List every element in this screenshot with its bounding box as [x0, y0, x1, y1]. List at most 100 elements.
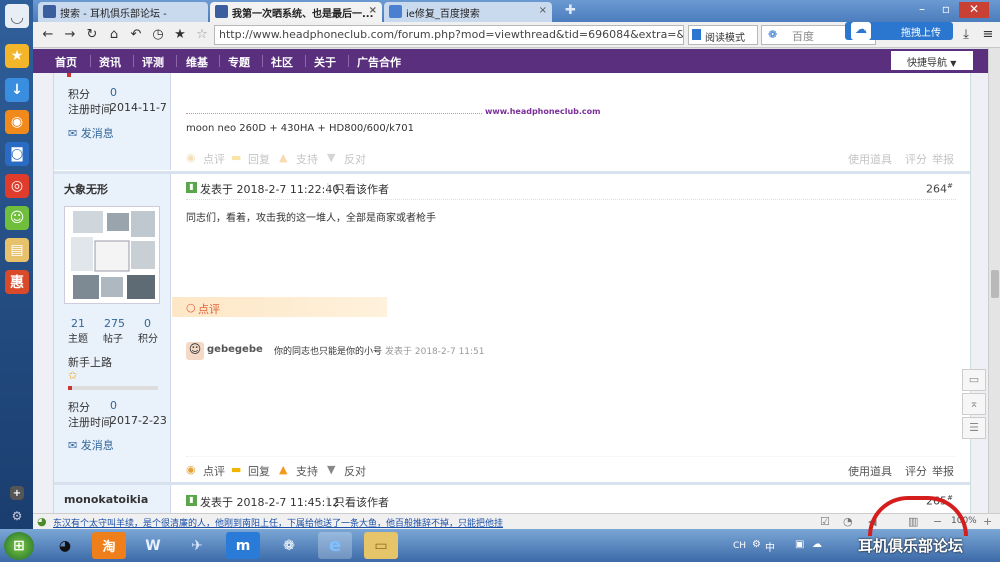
weibo-icon[interactable]: ◎	[5, 174, 29, 198]
add-icon[interactable]: +	[10, 486, 24, 500]
report-button[interactable]: 举报	[932, 463, 954, 479]
author-name[interactable]: 大象无形	[64, 181, 108, 197]
refresh-icon[interactable]: ↻	[83, 26, 101, 44]
history-icon[interactable]: ◷	[149, 26, 167, 44]
close-window-icon[interactable]: ✕	[959, 2, 989, 18]
reply-button[interactable]: 回复	[248, 463, 270, 479]
forward-icon[interactable]: →	[61, 26, 79, 44]
nav-news[interactable]: 资讯	[99, 54, 121, 70]
only-author-link[interactable]: 只看该作者	[334, 181, 389, 197]
rate-button[interactable]: 点评	[203, 151, 225, 167]
send-message-link[interactable]: ✉ 发消息	[68, 125, 114, 141]
star-outline-icon[interactable]: ☆	[193, 26, 211, 44]
floor-number[interactable]: 264#	[926, 182, 953, 196]
gamepad-icon[interactable]: ◙	[5, 142, 29, 166]
points-value[interactable]: 0	[110, 399, 117, 412]
speed-icon[interactable]: ◔	[843, 515, 853, 528]
quick-nav-button[interactable]: 快捷导航 ▼	[891, 51, 973, 70]
nav-reviews[interactable]: 评测	[142, 54, 164, 70]
back-icon[interactable]: ←	[39, 26, 57, 44]
drag-upload-button[interactable]: ☁ 拖拽上传	[845, 22, 953, 40]
taobao-icon[interactable]: 淘	[92, 532, 126, 559]
commenter-avatar[interactable]: ☺	[186, 342, 204, 360]
send-message-link[interactable]: ✉ 发消息	[68, 437, 114, 453]
address-input[interactable]: http://www.headphoneclub.com/forum.php?m…	[214, 25, 684, 45]
word-w-icon[interactable]: W	[136, 532, 170, 559]
close-tab-icon[interactable]: ×	[539, 5, 547, 16]
score-button[interactable]: 评分	[905, 463, 927, 479]
folder-icon[interactable]: ▭	[364, 532, 398, 559]
language-indicator[interactable]: CH	[733, 541, 746, 551]
ie-icon[interactable]: e	[318, 532, 352, 559]
reply-button[interactable]: 回复	[248, 151, 270, 167]
posts-count[interactable]: 275	[104, 317, 125, 330]
tab-thread[interactable]: 我第一次晒系统、也是最后一... ×	[210, 2, 382, 22]
menu-icon[interactable]: ≡	[979, 26, 997, 44]
rss-icon[interactable]: ◉	[5, 110, 29, 134]
ime-indicator[interactable]: 中	[765, 539, 775, 554]
zoom-in-icon[interactable]: +	[983, 515, 992, 528]
tab-label: 我第一次晒系统、也是最后一...	[232, 9, 374, 20]
qq-penguin-icon[interactable]: ◕	[48, 532, 82, 559]
tab-baidu[interactable]: ie修复_百度搜索 ×	[384, 2, 552, 22]
nav-divider	[219, 55, 220, 67]
favorites-star-icon[interactable]: ★	[5, 44, 29, 68]
gear-icon[interactable]: ⚙	[9, 508, 25, 524]
scrollbar-thumb[interactable]	[991, 270, 999, 298]
emoji-icon[interactable]: ☺	[5, 206, 29, 230]
paper-plane-icon[interactable]: ✈	[180, 532, 214, 559]
signature-link[interactable]: www.headphoneclub.com	[485, 107, 601, 116]
list-icon[interactable]: ☰	[962, 417, 986, 439]
oppose-button[interactable]: 反对	[344, 151, 366, 167]
news-icon: ◕	[37, 515, 47, 528]
news-ticker-link[interactable]: 东汉有个太守叫羊续，是个很清廉的人，他刚到南阳上任，下属给他送了一条大鱼，他百般…	[53, 516, 503, 529]
only-author-link[interactable]: 只看该作者	[334, 494, 389, 510]
author-name[interactable]: monokatoikia	[64, 493, 148, 506]
back-to-top-icon[interactable]: ⌅	[962, 393, 986, 415]
undo-icon[interactable]: ↶	[127, 26, 145, 44]
new-tab-icon[interactable]: ✚	[565, 3, 576, 18]
vertical-scrollbar[interactable]	[988, 48, 1000, 513]
minimize-icon[interactable]: –	[911, 2, 933, 18]
cloud-drive-icon[interactable]: ❁	[272, 532, 306, 559]
report-button[interactable]: 举报	[932, 151, 954, 167]
thread-panel	[53, 73, 971, 513]
tools-button[interactable]: 使用道具	[848, 151, 892, 167]
nav-community[interactable]: 社区	[271, 54, 293, 70]
smiley-icon[interactable]: ◡	[5, 4, 29, 28]
home-icon[interactable]: ⌂	[105, 26, 123, 44]
start-icon[interactable]: ⊞	[4, 532, 34, 560]
points-value[interactable]: 0	[110, 86, 117, 99]
notes-icon[interactable]: ▤	[5, 238, 29, 262]
threads-count[interactable]: 21	[71, 317, 85, 330]
deals-icon[interactable]: 惠	[5, 270, 29, 294]
ime-settings-icon[interactable]: ⚙	[752, 539, 761, 550]
nav-advertising[interactable]: 广告合作	[357, 54, 401, 70]
download-icon[interactable]: ⤓	[957, 26, 975, 44]
rate-button[interactable]: 点评	[203, 463, 225, 479]
support-button[interactable]: 支持	[296, 463, 318, 479]
download-icon[interactable]: ↓	[5, 78, 29, 102]
tab-search[interactable]: 搜索 - 耳机俱乐部论坛 -	[38, 2, 208, 22]
points-count[interactable]: 0	[144, 317, 151, 330]
close-tab-icon[interactable]: ×	[369, 5, 377, 16]
nav-wiki[interactable]: 维基	[186, 54, 208, 70]
tools-button[interactable]: 使用道具	[848, 463, 892, 479]
score-button[interactable]: 评分	[905, 151, 927, 167]
app-m-icon[interactable]: m	[226, 532, 260, 559]
feedback-icon[interactable]: ▭	[962, 369, 986, 391]
comment-header-label: 点评	[198, 303, 220, 316]
nav-topics[interactable]: 专题	[228, 54, 250, 70]
tray-network-icon[interactable]: ▣	[795, 539, 804, 550]
commenter-name[interactable]: gebegebe	[207, 344, 263, 355]
support-button[interactable]: 支持	[296, 151, 318, 167]
oppose-button[interactable]: 反对	[344, 463, 366, 479]
nav-home[interactable]: 首页	[55, 54, 77, 70]
tray-cloud-icon[interactable]: ☁	[812, 539, 822, 550]
bookmark-star-icon[interactable]: ★	[171, 26, 189, 44]
nav-about[interactable]: 关于	[314, 54, 336, 70]
checkbox-icon[interactable]: ☑	[820, 515, 830, 528]
reader-mode-button[interactable]: 阅读模式	[688, 25, 758, 45]
maximize-icon[interactable]: ▫	[935, 2, 957, 18]
avatar[interactable]	[64, 206, 160, 304]
